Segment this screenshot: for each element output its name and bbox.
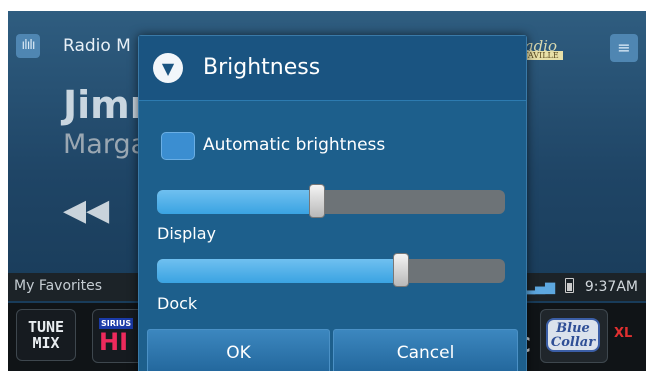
xl-badge: XL [614, 326, 633, 341]
clock-time: 9:37AM [584, 279, 638, 295]
auto-brightness-checkbox[interactable] [161, 132, 195, 160]
blue-collar-logo: Blue Collar [546, 318, 600, 352]
status-indicators: ▂▄▆ 9:37AM [525, 278, 638, 295]
auto-brightness-label[interactable]: Automatic brightness [203, 135, 385, 155]
ok-button[interactable]: OK [147, 329, 330, 371]
dialog-title: Brightness [203, 55, 321, 80]
rewind-icon[interactable]: ◀◀ [63, 193, 109, 228]
signal-icon: ▂▄▆ [524, 280, 555, 295]
dialog-header: ▼ Brightness [139, 36, 526, 101]
tune-mix-tile[interactable]: TUNE MIX [16, 309, 76, 361]
cancel-button[interactable]: Cancel [333, 329, 518, 371]
slider-thumb[interactable] [392, 253, 409, 287]
brightness-dialog: ▼ Brightness Automatic brightness Displa… [138, 35, 527, 371]
favorites-label[interactable]: My Favorites [14, 278, 102, 294]
app-screen: ılılı Radio M Jimm Marga ◀◀ Radio TAVILL… [8, 11, 646, 371]
chevron-down-circle-icon: ▼ [153, 53, 183, 83]
display-slider-label: Display [157, 224, 216, 243]
equalizer-icon[interactable]: ılılı [16, 34, 40, 58]
battery-icon [565, 278, 575, 293]
blue-collar-tile[interactable]: Blue Collar [540, 309, 608, 363]
song-name: Marga [63, 129, 148, 160]
slider-fill [157, 259, 401, 283]
slider-thumb[interactable] [309, 184, 326, 218]
slider-fill [157, 190, 318, 214]
display-brightness-slider[interactable] [157, 184, 505, 218]
dialog-buttons: OK Cancel [147, 329, 518, 371]
dock-slider-label: Dock [157, 294, 198, 313]
dock-brightness-slider[interactable] [157, 253, 505, 287]
station-name: Radio M [63, 36, 131, 56]
menu-icon[interactable]: ≡ [610, 34, 638, 62]
